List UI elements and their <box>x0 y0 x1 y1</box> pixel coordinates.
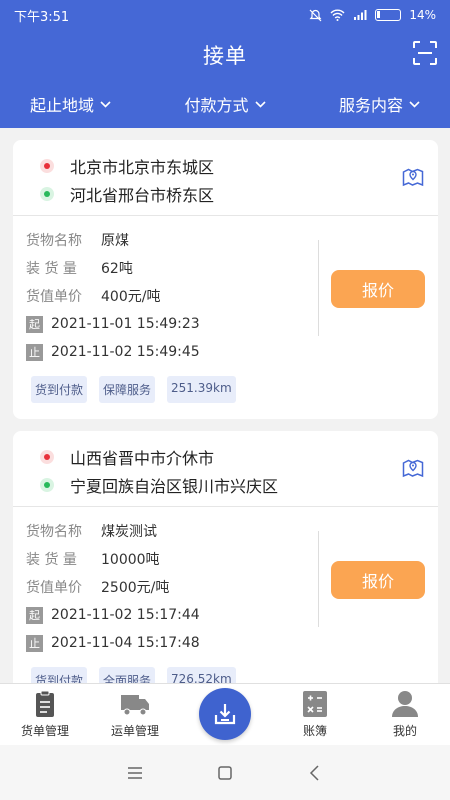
map-icon[interactable] <box>402 166 424 188</box>
home-icon[interactable] <box>215 763 235 783</box>
map-icon[interactable] <box>402 457 424 479</box>
back-icon[interactable] <box>305 763 325 783</box>
divider <box>318 531 319 627</box>
end-time: 2021-11-04 15:17:48 <box>51 635 200 651</box>
goods-label: 货物名称 <box>26 524 82 540</box>
load-value: 62吨 <box>101 261 133 277</box>
goods-value: 原煤 <box>101 233 129 249</box>
goods-value: 煤炭测试 <box>101 524 157 540</box>
filter-bar: 起止地域 付款方式 服务内容 <box>0 92 450 116</box>
cargo-details: 货物名称 煤炭测试 装 货 量 10000吨 货值单价 2500元/吨 起 20… <box>26 517 316 657</box>
unit-price-value: 2500元/吨 <box>101 580 170 596</box>
origin-dot-icon <box>40 159 54 173</box>
unit-price-value: 400元/吨 <box>101 289 161 305</box>
order-card[interactable]: 山西省晋中市介休市 宁夏回族自治区银川市兴庆区 货物名称 煤炭测试 装 货 量 … <box>13 431 438 710</box>
tab-profile[interactable]: 我的 <box>360 684 450 745</box>
filter-service[interactable]: 服务内容 <box>339 92 420 116</box>
goods-row: 货物名称 煤炭测试 <box>26 517 316 545</box>
chevron-down-icon <box>254 100 266 108</box>
end-time-row: 止 2021-11-02 15:49:45 <box>26 338 316 366</box>
distance-tag: 251.39km <box>167 376 236 403</box>
origin-address: 北京市北京市东城区 <box>70 158 215 177</box>
end-badge: 止 <box>26 634 43 652</box>
unit-price-row: 货值单价 400元/吨 <box>26 282 316 310</box>
destination-row: 宁夏回族自治区银川市兴庆区 <box>40 473 278 497</box>
load-label: 装 货 量 <box>26 552 77 568</box>
origin-address: 山西省晋中市介休市 <box>70 449 215 468</box>
mute-icon <box>309 9 322 21</box>
load-row: 装 货 量 10000吨 <box>26 545 316 573</box>
origin-row: 山西省晋中市介休市 <box>40 445 214 469</box>
tab-waybills[interactable]: 运单管理 <box>90 684 180 745</box>
route-section: 山西省晋中市介休市 宁夏回族自治区银川市兴庆区 <box>13 431 438 507</box>
start-badge: 起 <box>26 606 43 624</box>
chevron-down-icon <box>409 100 420 108</box>
chevron-down-icon <box>100 100 111 108</box>
center-action-button[interactable] <box>199 688 251 740</box>
destination-address: 河北省邢台市桥东区 <box>70 186 215 205</box>
divider <box>318 240 319 336</box>
end-badge: 止 <box>26 343 43 361</box>
app-header: 下午3:51 14% 接单 起止地域 付款方式 服务内容 <box>0 0 450 128</box>
payment-tag: 货到付款 <box>31 376 88 403</box>
service-tag: 保障服务 <box>99 376 156 403</box>
cargo-details: 货物名称 原煤 装 货 量 62吨 货值单价 400元/吨 起 2021-11-… <box>26 226 316 366</box>
quote-button[interactable]: 报价 <box>331 270 425 308</box>
status-bar: 下午3:51 14% <box>0 0 450 30</box>
tab-cargo-orders[interactable]: 货单管理 <box>0 684 90 745</box>
start-time: 2021-11-02 15:17:44 <box>51 607 200 623</box>
system-nav-bar <box>0 745 450 800</box>
calculator-icon <box>303 691 327 717</box>
battery-level: 14% <box>409 8 436 22</box>
filter-region-label: 起止地域 <box>30 96 95 115</box>
scan-icon[interactable] <box>412 40 438 66</box>
user-icon <box>392 691 418 717</box>
status-icons: 14% <box>309 8 436 22</box>
filter-service-label: 服务内容 <box>338 96 403 115</box>
start-badge: 起 <box>26 315 43 333</box>
quote-button[interactable]: 报价 <box>331 561 425 599</box>
load-value: 10000吨 <box>101 552 160 568</box>
unit-price-label: 货值单价 <box>26 580 82 596</box>
tag-list: 货到付款 保障服务 251.39km <box>31 376 236 403</box>
page-title: 接单 <box>203 44 247 68</box>
goods-row: 货物名称 原煤 <box>26 226 316 254</box>
destination-dot-icon <box>40 478 54 492</box>
start-time-row: 起 2021-11-02 15:17:44 <box>26 601 316 629</box>
filter-payment-label: 付款方式 <box>184 96 249 115</box>
tab-profile-label: 我的 <box>392 724 417 738</box>
wifi-icon <box>330 9 345 21</box>
tab-ledger-label: 账簿 <box>302 724 327 738</box>
route-section: 北京市北京市东城区 河北省邢台市桥东区 <box>13 140 438 216</box>
load-label: 装 货 量 <box>26 261 77 277</box>
download-icon <box>214 704 236 725</box>
menu-icon[interactable] <box>125 763 145 783</box>
start-time-row: 起 2021-11-01 15:49:23 <box>26 310 316 338</box>
signal-icon <box>354 10 367 20</box>
goods-label: 货物名称 <box>26 233 82 249</box>
origin-dot-icon <box>40 450 54 464</box>
clipboard-icon <box>36 690 54 717</box>
order-card[interactable]: 北京市北京市东城区 河北省邢台市桥东区 货物名称 原煤 装 货 量 62吨 货值… <box>13 140 438 419</box>
unit-price-row: 货值单价 2500元/吨 <box>26 573 316 601</box>
destination-row: 河北省邢台市桥东区 <box>40 182 214 206</box>
tab-ledger[interactable]: 账簿 <box>270 684 360 745</box>
battery-icon <box>375 9 402 21</box>
end-time-row: 止 2021-11-04 15:17:48 <box>26 629 316 657</box>
filter-payment[interactable]: 付款方式 <box>184 92 266 116</box>
status-time: 下午3:51 <box>14 9 70 25</box>
destination-address: 宁夏回族自治区银川市兴庆区 <box>70 477 279 496</box>
destination-dot-icon <box>40 187 54 201</box>
unit-price-label: 货值单价 <box>26 289 82 305</box>
origin-row: 北京市北京市东城区 <box>40 154 214 178</box>
filter-region[interactable]: 起止地域 <box>30 92 111 116</box>
tab-cargo-orders-label: 货单管理 <box>20 724 69 738</box>
start-time: 2021-11-01 15:49:23 <box>51 316 200 332</box>
order-list: 北京市北京市东城区 河北省邢台市桥东区 货物名称 原煤 装 货 量 62吨 货值… <box>13 140 438 722</box>
load-row: 装 货 量 62吨 <box>26 254 316 282</box>
tab-waybills-label: 运单管理 <box>110 724 159 738</box>
truck-icon <box>121 695 149 716</box>
end-time: 2021-11-02 15:49:45 <box>51 344 200 360</box>
